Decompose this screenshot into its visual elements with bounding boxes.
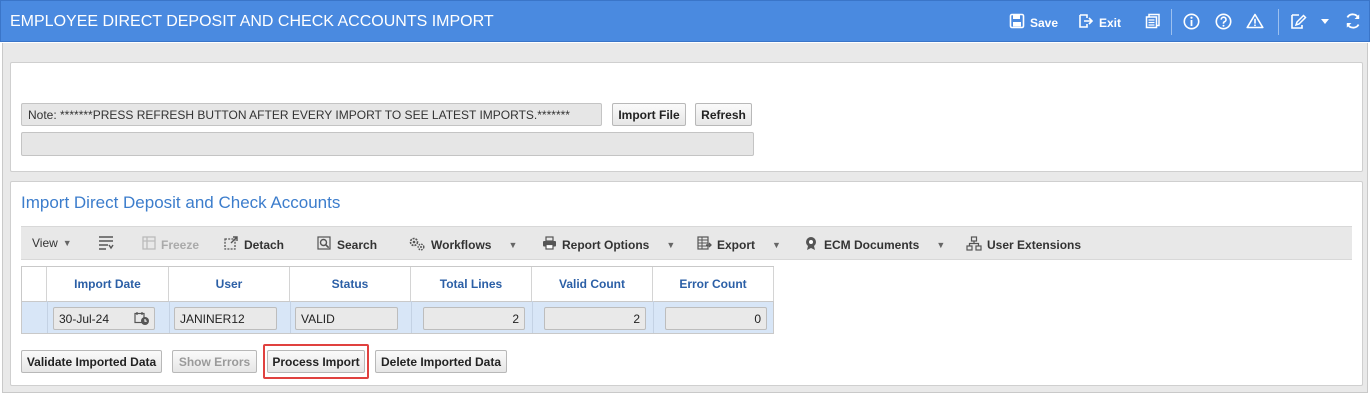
report-options-label: Report Options — [562, 237, 650, 252]
import-date-value: 30-Jul-24 — [59, 312, 110, 326]
print-icon — [542, 236, 557, 253]
warning-icon[interactable] — [1246, 12, 1264, 30]
validate-imported-data-button[interactable]: Validate Imported Data — [21, 350, 162, 373]
info-icon[interactable] — [1182, 12, 1200, 30]
view-menu[interactable]: View ▼ — [32, 236, 72, 250]
export-label: Export — [717, 237, 756, 252]
column-header[interactable]: Error Count — [653, 267, 774, 301]
error-count-field[interactable]: 0 — [665, 307, 767, 330]
chevron-down-icon[interactable] — [1316, 12, 1334, 30]
chevron-down-icon: ▼ — [666, 239, 676, 250]
imports-table: Import Date User Status Total Lines Vali… — [21, 266, 774, 334]
import-date-field[interactable]: 30-Jul-24 — [53, 307, 155, 330]
import-note: Note: *******PRESS REFRESH BUTTON AFTER … — [21, 103, 602, 126]
section-title: Import Direct Deposit and Check Accounts — [21, 193, 341, 212]
calendar-icon[interactable] — [134, 311, 150, 329]
help-icon[interactable] — [1214, 12, 1232, 30]
user-extensions-icon — [966, 236, 982, 254]
ecm-documents-label: ECM Documents — [824, 238, 920, 252]
import-status-field — [21, 132, 754, 156]
delete-imported-data-button[interactable]: Delete Imported Data — [375, 350, 507, 373]
workflows-icon — [408, 236, 426, 254]
ecm-documents-menu[interactable]: ECM Documents ▼ — [804, 236, 945, 254]
save-label: Save — [1030, 15, 1059, 30]
column-header[interactable]: Total Lines — [411, 267, 532, 301]
column-header[interactable]: User — [169, 267, 290, 301]
page-title: EMPLOYEE DIRECT DEPOSIT AND CHECK ACCOUN… — [10, 13, 494, 30]
chevron-down-icon: ▼ — [508, 240, 518, 250]
refresh-button[interactable]: Refresh — [695, 103, 752, 126]
workflows-menu[interactable]: Workflows ▼ — [408, 236, 517, 254]
process-import-highlight — [263, 344, 369, 379]
user-extensions-label: User Extensions — [987, 238, 1082, 252]
export-menu[interactable]: Export ▼ — [697, 236, 781, 253]
total-lines-field[interactable]: 2 — [423, 307, 525, 330]
show-errors-button[interactable]: Show Errors — [172, 350, 257, 373]
table-settings-icon[interactable] — [98, 236, 114, 250]
freeze-icon — [142, 236, 156, 253]
edit-layout-icon[interactable] — [1289, 12, 1307, 30]
column-header[interactable]: Import Date — [47, 267, 169, 301]
detach-label: Detach — [244, 237, 285, 252]
chevron-down-icon: ▼ — [62, 238, 72, 248]
report-options-menu[interactable]: Report Options ▼ — [542, 236, 675, 253]
detach-button[interactable]: Detach — [224, 236, 284, 253]
exit-icon — [1078, 13, 1094, 32]
save-icon — [1009, 13, 1025, 32]
export-icon — [697, 236, 712, 253]
row-selector-header — [22, 267, 47, 301]
column-header[interactable]: Status — [290, 267, 411, 301]
search-button[interactable]: Search — [317, 236, 377, 253]
exit-label: Exit — [1099, 15, 1122, 30]
status-field[interactable]: VALID — [295, 307, 398, 330]
user-extensions-button[interactable]: User Extensions — [966, 236, 1081, 254]
detach-icon — [224, 236, 239, 253]
valid-count-field[interactable]: 2 — [544, 307, 646, 330]
chevron-down-icon: ▼ — [772, 239, 781, 250]
user-field[interactable]: JANINER12 — [174, 307, 277, 330]
view-label: View — [32, 236, 58, 250]
refresh-icon[interactable] — [1344, 12, 1362, 30]
save-button[interactable]: Save — [1009, 13, 1058, 32]
exit-button[interactable]: Exit — [1078, 13, 1121, 32]
freeze-label: Freeze — [161, 237, 200, 252]
workflows-label: Workflows — [431, 238, 492, 252]
chevron-down-icon: ▼ — [936, 240, 946, 250]
ecm-documents-icon — [804, 236, 819, 254]
import-file-button[interactable]: Import File — [612, 103, 686, 126]
search-icon — [317, 236, 332, 253]
freeze-button[interactable]: Freeze — [142, 236, 199, 253]
column-header[interactable]: Valid Count — [532, 267, 653, 301]
grid-toolbar: View ▼ Freeze Detach Search Workflows ▼ … — [21, 226, 1352, 260]
print-icon[interactable] — [1144, 12, 1162, 30]
title-bar: EMPLOYEE DIRECT DEPOSIT AND CHECK ACCOUN… — [0, 0, 1370, 42]
search-label: Search — [337, 237, 378, 252]
